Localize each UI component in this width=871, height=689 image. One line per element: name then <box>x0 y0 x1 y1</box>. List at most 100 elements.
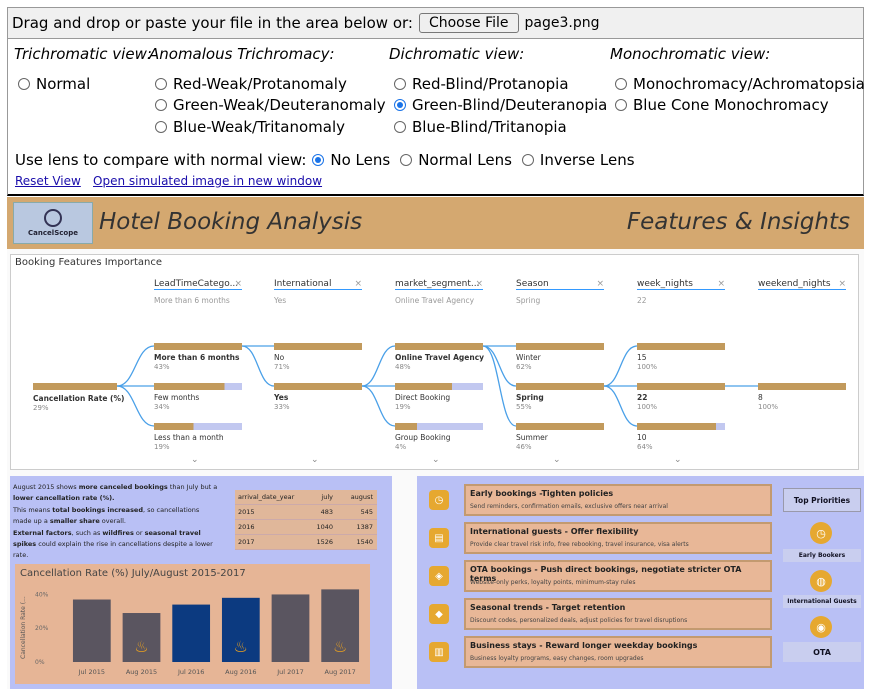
radio-icon[interactable] <box>312 154 325 166</box>
root-label: Cancellation Rate (%) <box>33 394 125 403</box>
tree-node-label: Less than a month <box>154 433 224 442</box>
dimension-value: Online Travel Agency <box>395 296 475 305</box>
radio-icon[interactable] <box>155 99 167 111</box>
tree-node-bar[interactable] <box>516 383 604 390</box>
option-label: Blue Cone Monochromacy <box>633 96 829 114</box>
header-monochromatic: Monochromatic view: <box>610 45 771 63</box>
tree-node-label: Spring <box>516 393 544 402</box>
option-tritanomaly[interactable]: Blue-Weak/Tritanomaly <box>155 118 345 136</box>
close-icon[interactable]: × <box>475 279 483 289</box>
radio-icon[interactable] <box>615 99 627 111</box>
lens-normal-lens[interactable]: Normal Lens <box>418 151 512 169</box>
option-label: Blue-Weak/Tritanomaly <box>173 118 346 136</box>
tree-node-bar[interactable] <box>154 383 242 390</box>
radio-icon[interactable] <box>521 154 534 166</box>
dimension-header[interactable]: International × <box>274 279 362 290</box>
tree-node-bar[interactable] <box>516 343 604 350</box>
option-protanopia[interactable]: Red-Blind/Protanopia <box>394 75 569 93</box>
dimension-header[interactable]: week_nights × <box>637 279 725 290</box>
lens-no-lens[interactable]: No Lens <box>330 151 390 169</box>
note-text: This means <box>13 505 53 514</box>
tree-node-bar[interactable] <box>637 423 725 430</box>
tree-node-bar[interactable] <box>395 383 483 390</box>
table-cell: 2016 <box>238 523 255 531</box>
clock-icon: ◷ <box>429 490 449 510</box>
radio-icon[interactable] <box>155 78 167 90</box>
y-axis-label: Cancellation Rate (... <box>20 596 27 659</box>
tree-node-label: 10 <box>637 433 647 442</box>
chevron-down-icon[interactable]: ⌄ <box>432 455 440 465</box>
reset-view-link[interactable]: Reset View <box>15 174 81 188</box>
table-cell: 2015 <box>238 508 255 516</box>
fire-icon: ♨ <box>134 637 148 656</box>
option-normal[interactable]: Normal <box>18 75 90 93</box>
bar[interactable] <box>271 594 310 662</box>
tree-node-bar[interactable] <box>637 383 725 390</box>
chevron-down-icon[interactable]: ⌄ <box>674 455 682 465</box>
bar[interactable] <box>172 604 211 662</box>
option-tritanopia[interactable]: Blue-Blind/Tritanopia <box>394 118 567 136</box>
file-name: page3.png <box>524 15 600 31</box>
simulated-report-image: CancelScope Hotel Booking Analysis Featu… <box>7 197 864 689</box>
dimension-header[interactable]: market_segment... × <box>395 279 483 290</box>
radio-icon[interactable] <box>615 78 627 90</box>
option-deuteranopia[interactable]: Green-Blind/Deuteranopia <box>394 96 607 114</box>
connector-line <box>603 385 638 427</box>
close-icon[interactable]: × <box>354 279 362 289</box>
insight-card[interactable]: Business stays - Reward longer weekday b… <box>464 636 772 668</box>
close-icon[interactable]: × <box>596 279 604 289</box>
tree-node-label: Few months <box>154 393 200 402</box>
close-icon[interactable]: × <box>234 279 242 289</box>
lens-inverse-lens[interactable]: Inverse Lens <box>540 151 635 169</box>
insight-card[interactable]: Seasonal trends - Target retention Discou… <box>464 598 772 630</box>
priority-label: OTA <box>783 642 861 662</box>
close-icon[interactable]: × <box>717 279 725 289</box>
lens-row: Use lens to compare with normal view: No… <box>15 151 635 169</box>
dimension-value: Spring <box>516 296 541 305</box>
upload-prompt: Drag and drop or paste your file in the … <box>12 14 413 32</box>
note-text: or <box>133 528 145 537</box>
tree-node-bar[interactable] <box>154 343 242 350</box>
radio-icon[interactable] <box>155 121 167 133</box>
dimension-header[interactable]: weekend_nights × <box>758 279 846 290</box>
insight-card[interactable]: International guests - Offer flexibility… <box>464 522 772 554</box>
radio-icon[interactable] <box>394 78 406 90</box>
option-label: Normal <box>36 75 91 93</box>
note-text: more canceled bookings <box>78 483 168 491</box>
option-deuteranomaly[interactable]: Green-Weak/Deuteranomaly <box>155 96 386 114</box>
option-achromatopsia[interactable]: Monochromacy/Achromatopsia <box>615 75 865 93</box>
tree-node-bar[interactable] <box>637 343 725 350</box>
chevron-down-icon[interactable]: ⌄ <box>553 455 561 465</box>
tree-node-pct: 100% <box>758 403 779 411</box>
option-protanomaly[interactable]: Red-Weak/Protanomaly <box>155 75 347 93</box>
insight-card[interactable]: Early bookings -Tighten policies Send rem… <box>464 484 772 516</box>
bar[interactable] <box>72 599 111 662</box>
connector-line <box>241 345 275 387</box>
radio-icon[interactable] <box>394 121 406 133</box>
dimension-header[interactable]: Season × <box>516 279 604 290</box>
chevron-down-icon[interactable]: ⌄ <box>311 455 319 465</box>
chevron-down-icon[interactable]: ⌄ <box>191 455 199 465</box>
tree-node-label: 15 <box>637 353 647 362</box>
tree-node-bar[interactable] <box>395 343 483 350</box>
tree-node-bar[interactable] <box>274 343 362 350</box>
insight-card[interactable]: OTA bookings - Push direct bookings, neg… <box>464 560 772 592</box>
open-new-window-link[interactable]: Open simulated image in new window <box>93 174 322 188</box>
table-row: 2017 1526 1540 <box>235 535 377 550</box>
radio-icon[interactable] <box>18 78 30 90</box>
radio-icon[interactable] <box>400 154 413 166</box>
header-trichromatic: Trichromatic view: <box>14 45 152 63</box>
option-blue-cone[interactable]: Blue Cone Monochromacy <box>615 96 829 114</box>
choose-file-button[interactable]: Choose File <box>418 13 519 33</box>
dimension-header[interactable]: LeadTimeCatego... × <box>154 279 242 290</box>
tree-node-bar[interactable] <box>274 383 362 390</box>
connector-line <box>482 345 517 427</box>
root-pct: 29% <box>33 404 49 412</box>
tree-node-bar[interactable] <box>758 383 846 390</box>
radio-icon[interactable] <box>394 99 406 111</box>
tree-node-bar[interactable] <box>154 423 242 430</box>
tree-node-bar[interactable] <box>516 423 604 430</box>
insight-desc: Website-only perks, loyalty points, mini… <box>470 579 636 586</box>
tree-node-bar[interactable] <box>395 423 483 430</box>
close-icon[interactable]: × <box>838 279 846 289</box>
